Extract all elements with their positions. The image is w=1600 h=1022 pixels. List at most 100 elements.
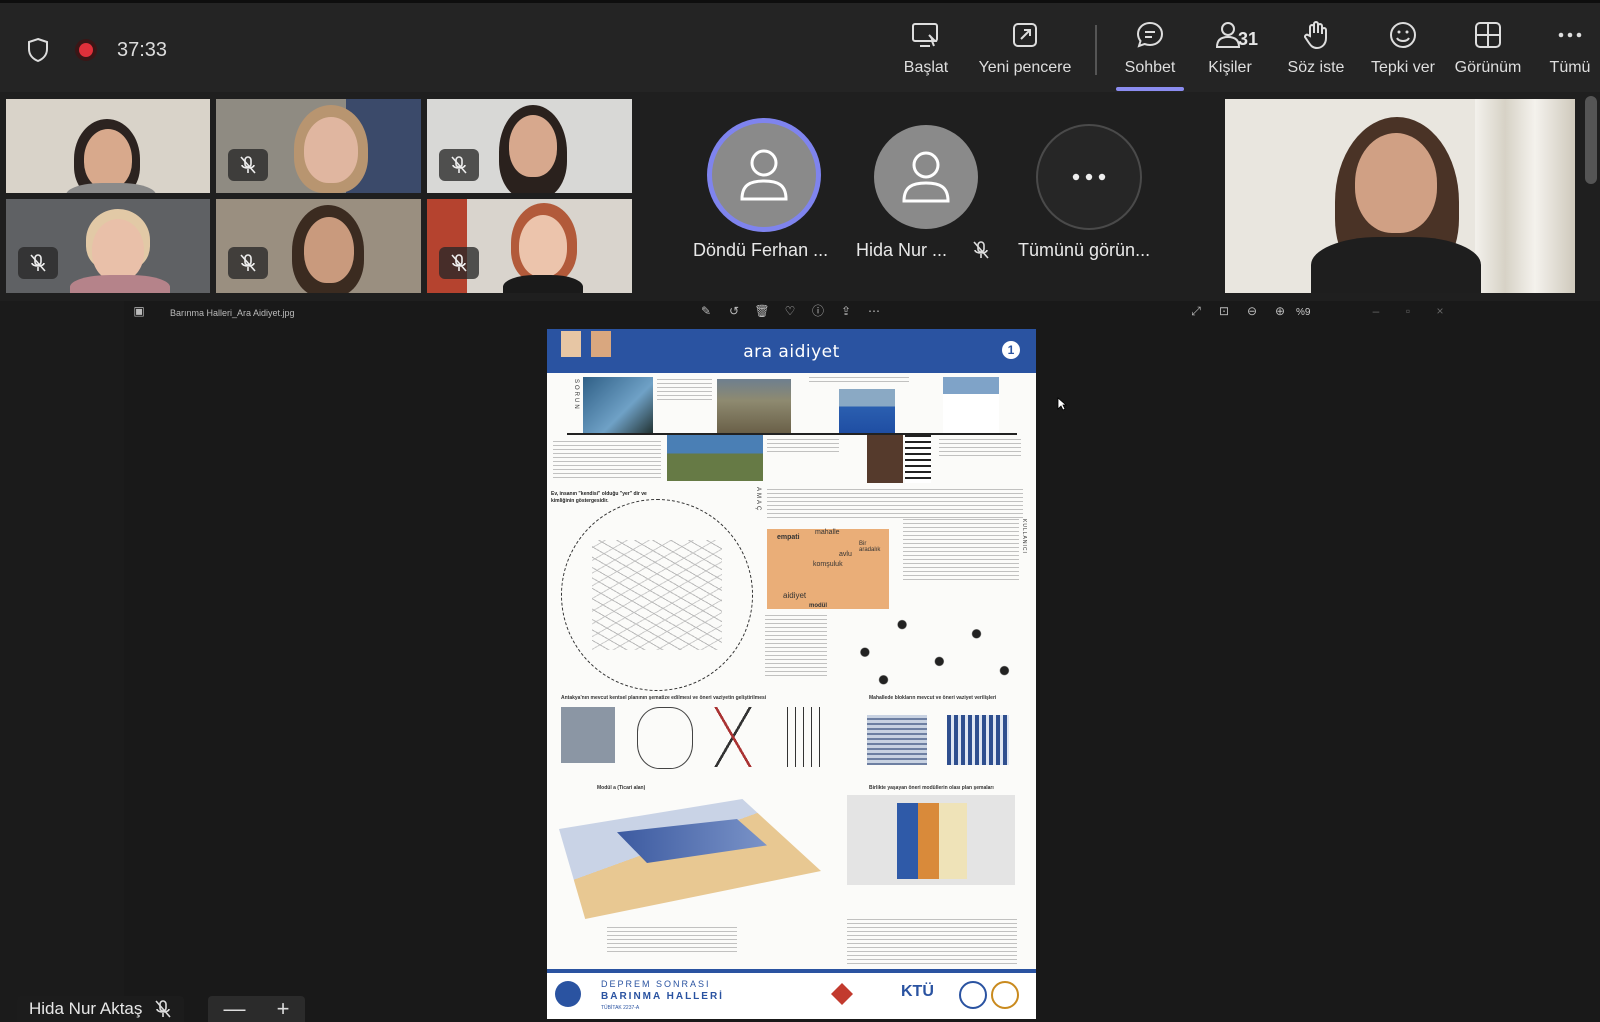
zoom-out-icon[interactable]: ⊖ <box>1244 303 1260 319</box>
muted-mic-icon <box>18 247 58 279</box>
image-file-icon: ▣ <box>133 304 145 318</box>
axonometric-plan <box>559 799 821 919</box>
viewer-left-panel <box>0 301 124 1022</box>
poster-photo <box>839 389 895 433</box>
raise-hand-label: Söz iste <box>1287 59 1345 76</box>
react-icon <box>1390 22 1416 48</box>
favorite-icon[interactable]: ♡ <box>782 303 798 319</box>
side-label-aim: AMAÇ <box>755 487 761 513</box>
share-screen-button[interactable]: Başlat <box>896 19 956 83</box>
poster-image: ara aidiyet 1 SORUN Ev, insanın "kendisi… <box>547 329 1036 1019</box>
participant-video-tile[interactable] <box>427 199 632 293</box>
participant-avatar[interactable] <box>874 125 978 229</box>
raise-hand-button[interactable]: Söz iste <box>1280 19 1352 83</box>
university-logo-icon <box>831 983 853 1005</box>
people-label: Kişiler <box>1208 59 1252 76</box>
participant-video-tile[interactable] <box>427 99 632 193</box>
participant-name: Döndü Ferhan ... <box>693 240 829 260</box>
zoom-level: %9 <box>1296 307 1311 318</box>
more-icon <box>1558 32 1582 38</box>
poster-photo <box>943 377 999 433</box>
more-options-icon[interactable]: ⋯ <box>866 303 882 319</box>
muted-mic-icon <box>228 247 268 279</box>
rotate-icon[interactable]: ↺ <box>726 303 742 319</box>
mouse-cursor-icon <box>1057 397 1067 411</box>
meeting-toolbar: 37:33 Başlat Yeni pencere Sohbet Kişiler… <box>0 0 1600 92</box>
shield-icon <box>28 37 48 63</box>
participant-count: 31 <box>1238 29 1259 49</box>
info-icon[interactable]: ⓘ <box>810 303 826 319</box>
participant-video-tile[interactable] <box>6 99 210 193</box>
muted-mic-icon <box>439 149 479 181</box>
new-window-label: Yeni pencere <box>978 59 1072 76</box>
poster-photo <box>867 435 903 483</box>
poster-photo <box>583 377 653 433</box>
zoom-controls: — + <box>208 996 305 1022</box>
participant-video-tile[interactable] <box>6 199 210 293</box>
speaker-video-tile[interactable] <box>1225 99 1575 293</box>
maximize-icon[interactable]: ▫ <box>1400 303 1416 319</box>
minimize-icon[interactable]: – <box>1368 303 1384 319</box>
more-button[interactable]: Tümü <box>1544 19 1596 83</box>
logo-icon <box>555 981 581 1007</box>
share-icon[interactable]: ⇪ <box>838 303 854 319</box>
viewer-file-name: Barınma Halleri_Ara Aidiyet.jpg <box>170 308 295 318</box>
sketch-circle <box>561 499 753 691</box>
share-screen-icon <box>912 23 938 47</box>
delete-icon[interactable]: 🗑 <box>754 303 770 319</box>
more-label: Tümü <box>1549 59 1591 76</box>
university-seal-icon <box>959 981 987 1009</box>
zoom-plus-button[interactable]: + <box>277 996 290 1022</box>
react-label: Tepki ver <box>1370 59 1436 76</box>
scrollbar[interactable] <box>1585 96 1597 184</box>
people-silhouettes <box>837 597 1023 689</box>
poster-photo <box>717 379 791 433</box>
view-label: Görünüm <box>1454 59 1522 76</box>
view-button[interactable]: Görünüm <box>1448 19 1528 83</box>
muted-mic-icon <box>439 247 479 279</box>
new-window-button[interactable]: Yeni pencere <box>975 19 1075 83</box>
participant-video-tile[interactable] <box>216 199 421 293</box>
university-seal-icon <box>991 981 1019 1009</box>
more-icon <box>1072 173 1106 181</box>
floor-plan <box>847 795 1015 885</box>
toolbar-divider <box>1095 25 1097 75</box>
share-screen-label: Başlat <box>903 59 949 76</box>
view-icon <box>1475 22 1501 48</box>
muted-mic-icon <box>155 1000 171 1018</box>
zoom-in-icon[interactable]: ⊕ <box>1272 303 1288 319</box>
muted-mic-icon <box>973 241 989 259</box>
poster-footer: DEPREM SONRASI BARINMA HALLERİ TÜBİTAK 2… <box>547 969 1036 1019</box>
participant-video-tile[interactable] <box>216 99 421 193</box>
chat-button[interactable]: Sohbet <box>1118 19 1182 83</box>
poster-header: ara aidiyet 1 <box>547 329 1036 373</box>
speaker-name: Hida Nur Aktaş <box>29 999 143 1018</box>
new-window-icon <box>1013 23 1037 47</box>
poster-title: ara aidiyet <box>743 342 840 362</box>
participant-avatar[interactable] <box>712 123 816 227</box>
edit-icon[interactable]: ✎ <box>698 303 714 319</box>
see-all-participants-button[interactable] <box>1036 124 1142 230</box>
poster-page-number: 1 <box>1002 341 1020 359</box>
speaker-name-bar: Hida Nur Aktaş <box>17 996 185 1022</box>
side-label-problem: SORUN <box>573 379 579 411</box>
see-all-label: Tümünü görün... <box>1018 240 1151 260</box>
raise-hand-icon <box>1304 21 1327 50</box>
city-map <box>561 707 615 763</box>
chat-icon <box>1136 21 1164 48</box>
side-label-user: KULLANICI <box>1021 519 1027 554</box>
participant-name: Hida Nur ... <box>856 240 948 260</box>
muted-mic-icon <box>228 149 268 181</box>
poster-photo <box>667 435 763 481</box>
person-icon <box>902 151 950 203</box>
active-tab-indicator <box>1116 87 1184 91</box>
chat-label: Sohbet <box>1124 59 1176 76</box>
actual-size-icon[interactable]: ⊡ <box>1216 303 1232 319</box>
person-icon <box>740 149 788 201</box>
react-button[interactable]: Tepki ver <box>1365 19 1441 83</box>
close-icon[interactable]: × <box>1432 303 1448 319</box>
fullscreen-icon[interactable]: ⤢ <box>1188 303 1204 319</box>
recording-indicator-icon <box>75 39 97 61</box>
zoom-minus-button[interactable]: — <box>224 996 246 1022</box>
meeting-timer: 37:33 <box>117 39 168 61</box>
